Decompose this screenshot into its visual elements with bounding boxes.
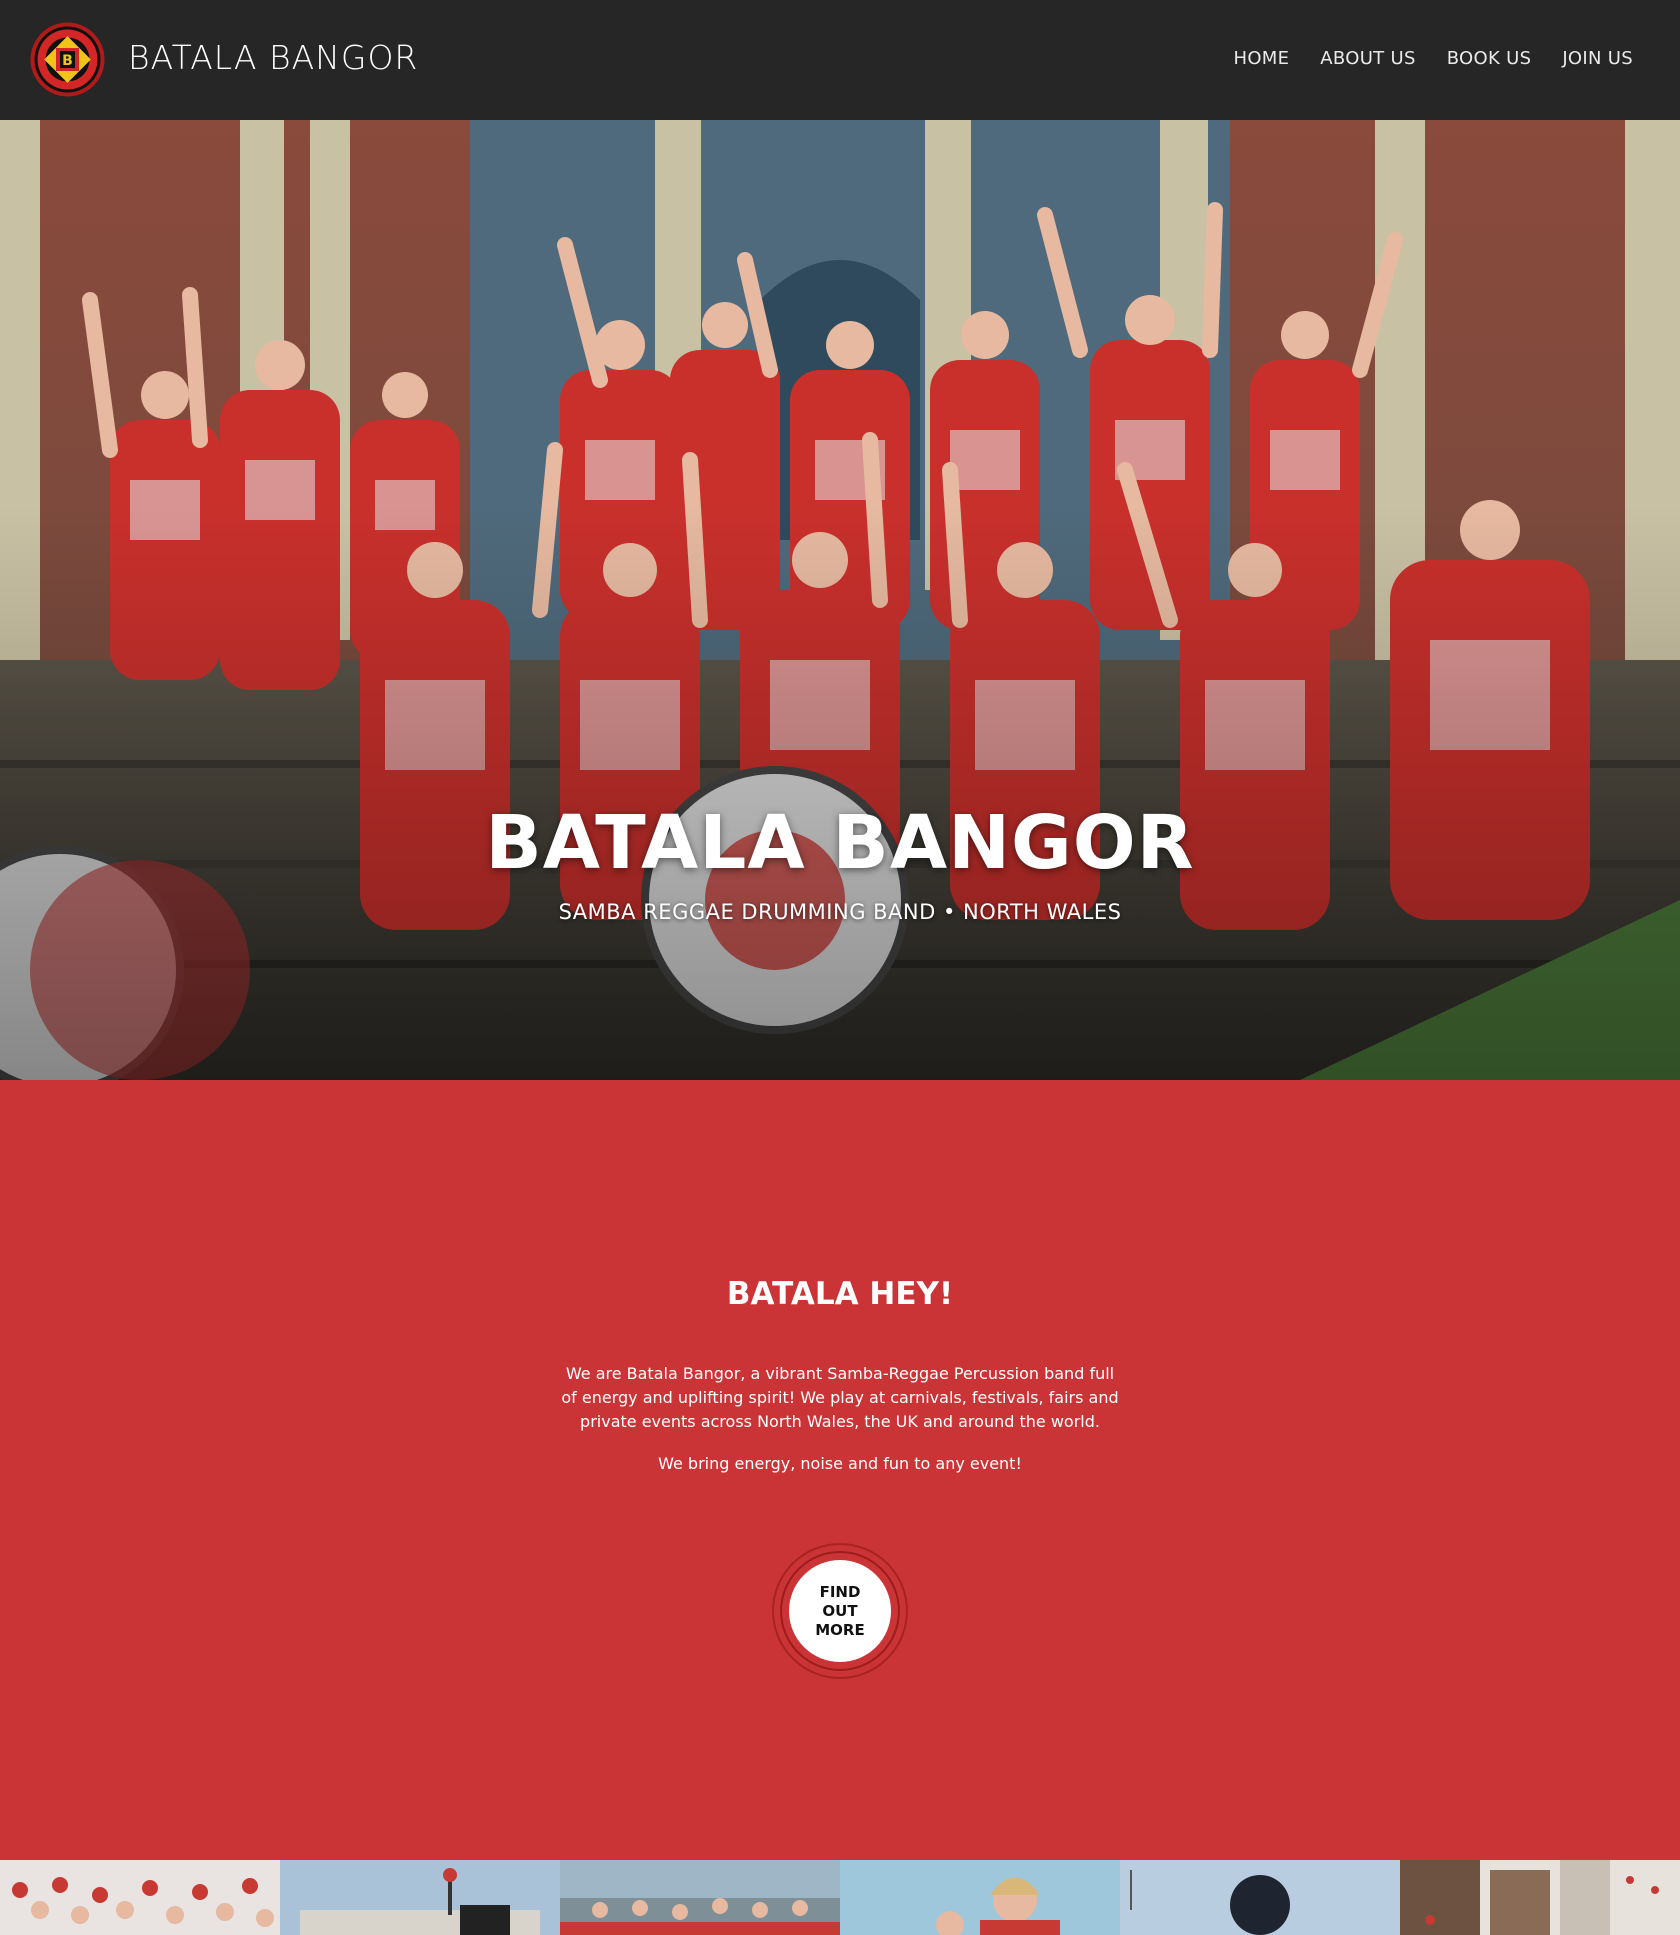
photo-gallery	[0, 1860, 1680, 1935]
gallery-photo-beach[interactable]	[560, 1860, 840, 1935]
intro-paragraph: We are Batala Bangor, a vibrant Samba-Re…	[561, 1364, 1119, 1431]
hero-title: BATALA BANGOR	[485, 800, 1195, 886]
gallery-photo-street-parade[interactable]	[1400, 1860, 1680, 1935]
intro-section: BATALA HEY! We are Batala Bangor, a vibr…	[0, 1080, 1680, 1860]
hero-overlay	[0, 120, 1680, 1080]
nav-home[interactable]: HOME	[1233, 48, 1289, 69]
find-out-more-button[interactable]: FIND OUT MORE	[789, 1560, 891, 1662]
site-header: B BATALA BANGOR HOME ABOUT US BOOK US JO…	[0, 0, 1680, 120]
hero-section: BATALA BANGOR SAMBA REGGAE DRUMMING BAND…	[0, 120, 1680, 1080]
main-nav: HOME ABOUT US BOOK US JOIN US	[1202, 48, 1633, 69]
svg-text:B: B	[62, 53, 73, 69]
gallery-photo-drummer-sky[interactable]	[280, 1860, 560, 1935]
gallery-photo-silhouette[interactable]	[1120, 1860, 1400, 1935]
nav-join-us[interactable]: JOIN US	[1562, 48, 1633, 69]
hero-subtitle: SAMBA REGGAE DRUMMING BAND • NORTH WALES	[558, 900, 1122, 924]
nav-book-us[interactable]: BOOK US	[1447, 48, 1532, 69]
batala-logo-icon[interactable]: B	[30, 22, 105, 97]
nav-about-us[interactable]: ABOUT US	[1320, 48, 1415, 69]
site-brand[interactable]: BATALA BANGOR	[128, 38, 418, 77]
gallery-photo-smiling-drummer[interactable]	[840, 1860, 1120, 1935]
intro-heading: BATALA HEY!	[726, 1276, 954, 1312]
gallery-photo-crowd[interactable]	[0, 1860, 280, 1935]
intro-tagline: We bring energy, noise and fun to any ev…	[658, 1454, 1022, 1473]
